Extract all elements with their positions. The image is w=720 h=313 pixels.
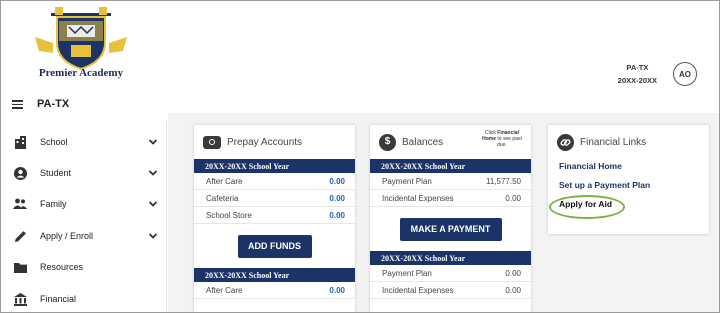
table-row: School Store 0.00 (194, 207, 355, 224)
school-year-header: 20XX-20XX School Year (370, 251, 531, 265)
school-year: 20XX-20XX (617, 76, 657, 85)
people-icon (13, 197, 27, 211)
sidebar-item-resources[interactable]: Resources (2, 256, 167, 278)
card-header: Financial Links (548, 125, 709, 159)
row-amount[interactable]: 0.00 (329, 194, 345, 203)
row-label: Incidental Expenses (382, 193, 454, 203)
money-icon (203, 135, 221, 149)
sidebar-item-label: Family (40, 199, 67, 209)
row-label: Payment Plan (382, 268, 432, 278)
table-row: Payment Plan 11,577.50 (370, 173, 531, 190)
prepay-accounts-card: Prepay Accounts 20XX-20XX School Year Af… (194, 125, 355, 312)
row-amount: 11,577.50 (486, 176, 521, 186)
table-row: Payment Plan 0.00 (370, 265, 531, 282)
button-row: ADD FUNDS (194, 224, 355, 268)
row-label: Incidental Expenses (382, 285, 454, 295)
row-label: Cafeteria (206, 193, 239, 203)
table-row: Incidental Expenses 0.00 (370, 282, 531, 299)
balances-card: $ Balances Click Financial Home to see p… (370, 125, 531, 312)
note-text: to see past due. (497, 136, 522, 148)
table-row: Cafeteria 0.00 (194, 190, 355, 207)
district-label: PA-TX (37, 98, 70, 110)
chevron-down-icon[interactable] (148, 231, 158, 241)
sidebar-item-label: Apply / Enroll (40, 231, 94, 241)
sidebar-item-label: Financial (40, 294, 77, 304)
card-title: Financial Links (580, 136, 647, 148)
add-funds-button[interactable]: ADD FUNDS (237, 234, 312, 258)
row-amount[interactable]: 0.00 (329, 211, 345, 220)
chevron-down-icon[interactable] (148, 199, 158, 209)
card-header: Prepay Accounts (194, 125, 355, 159)
chevron-down-icon[interactable] (148, 168, 158, 178)
sidebar-item-student[interactable]: Student (2, 162, 167, 184)
make-a-payment-button[interactable]: MAKE A PAYMENT (399, 217, 502, 241)
row-amount: 0.00 (505, 268, 521, 278)
building-icon (13, 135, 27, 149)
row-label: After Care (206, 285, 243, 295)
sidebar-item-label: Student (40, 168, 72, 178)
sidebar-item-label: Resources (40, 262, 84, 272)
table-row: After Care 0.00 (194, 173, 355, 190)
chevron-down-icon[interactable] (148, 137, 158, 147)
sidebar-item-financial[interactable]: Financial (2, 288, 167, 310)
user-avatar[interactable]: AO (673, 62, 697, 86)
sidebar: School Student Family Apply / Enroll Res… (2, 121, 167, 312)
app-window: Premier Academy PA-TX 20XX-20XX AO PA-TX… (0, 0, 720, 313)
row-amount: 0.00 (505, 193, 521, 203)
button-row: MAKE A PAYMENT (370, 207, 531, 251)
sidebar-item-apply-enroll[interactable]: Apply / Enroll (2, 225, 167, 247)
dollar-icon: $ (379, 133, 396, 151)
financial-home-link[interactable]: Financial Home (559, 161, 709, 171)
row-amount[interactable]: 0.00 (329, 286, 345, 295)
sidebar-item-school[interactable]: School (2, 131, 167, 153)
table-row: After Care 0.00 (194, 282, 355, 299)
school-name: Premier Academy (38, 67, 124, 79)
bank-icon (13, 292, 27, 306)
folder-icon (13, 260, 27, 274)
row-amount[interactable]: 0.00 (329, 177, 345, 186)
row-label: School Store (206, 210, 252, 220)
card-title: Prepay Accounts (227, 136, 303, 148)
school-year-header: 20XX-20XX School Year (194, 268, 355, 282)
row-label: Payment Plan (382, 176, 432, 186)
person-circle-icon (13, 166, 27, 180)
past-due-note: Click Financial Home to see past due. (480, 130, 524, 148)
row-label: After Care (206, 176, 243, 186)
table-row: Incidental Expenses 0.00 (370, 190, 531, 207)
payment-plan-link[interactable]: Set up a Payment Plan (559, 180, 709, 190)
highlight-oval (549, 195, 625, 219)
pencil-icon (13, 229, 27, 243)
school-year-header: 20XX-20XX School Year (370, 159, 531, 173)
school-year-header: 20XX-20XX School Year (194, 159, 355, 173)
tenant-info: PA-TX 20XX-20XX (618, 61, 657, 87)
card-title: Balances (402, 136, 444, 148)
tenant-code: PA-TX (626, 63, 649, 72)
row-amount: 0.00 (505, 285, 521, 295)
sidebar-item-label: School (40, 137, 68, 147)
sidebar-item-family[interactable]: Family (2, 193, 167, 215)
hamburger-menu-icon[interactable] (12, 100, 23, 109)
link-icon (557, 133, 574, 151)
